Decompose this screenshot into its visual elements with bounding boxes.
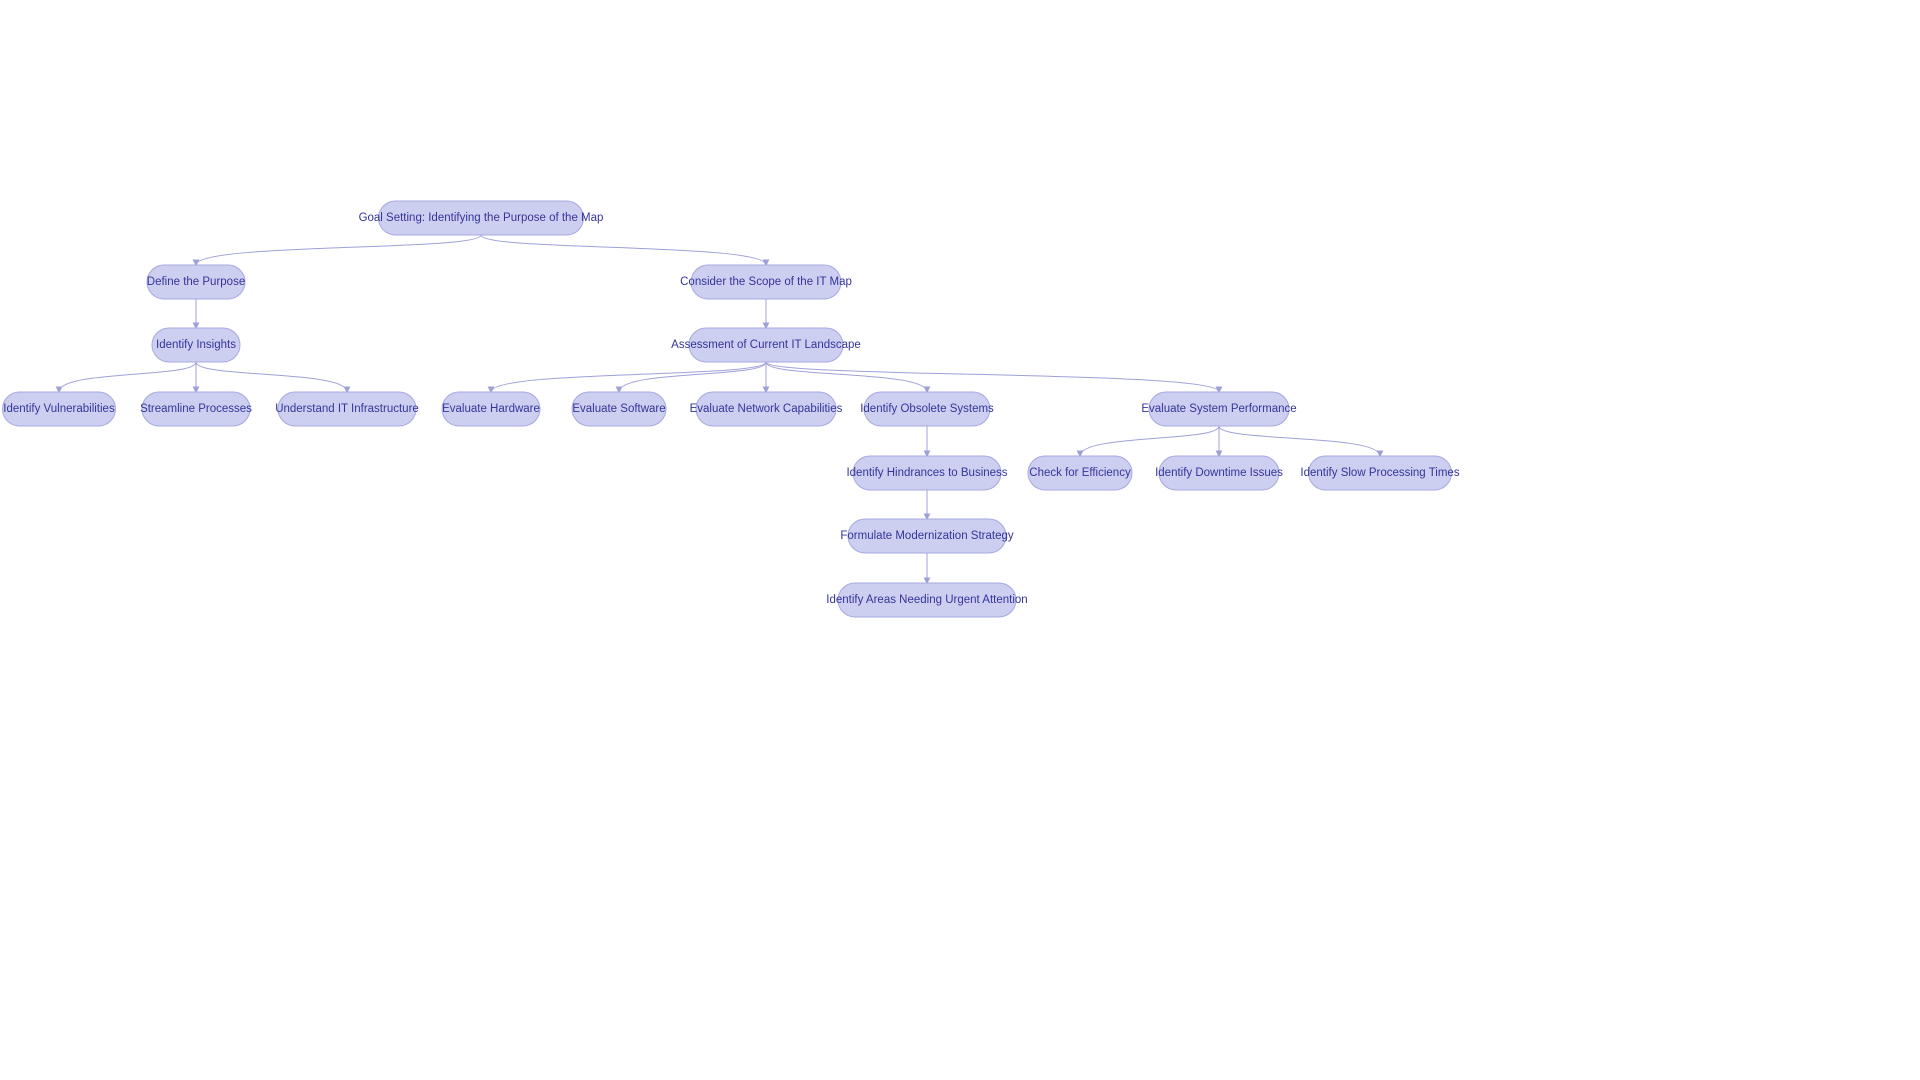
node-assess: Assessment of Current IT Landscape	[671, 328, 861, 362]
node-obs: Identify Obsolete Systems	[860, 392, 994, 426]
edge-perf-to-eff	[1080, 426, 1219, 456]
node-scope: Consider the Scope of the IT Map	[680, 265, 852, 299]
node-label: Identify Vulnerabilities	[3, 403, 115, 415]
node-vuln: Identify Vulnerabilities	[3, 392, 116, 426]
node-label: Identify Hindrances to Business	[846, 467, 1007, 479]
node-slow: Identify Slow Processing Times	[1300, 456, 1459, 490]
node-hind: Identify Hindrances to Business	[846, 456, 1007, 490]
node-stream: Streamline Processes	[140, 392, 252, 426]
node-label: Formulate Modernization Strategy	[840, 530, 1013, 542]
node-label: Identify Insights	[156, 339, 236, 351]
node-insights: Identify Insights	[152, 328, 240, 362]
node-hw: Evaluate Hardware	[442, 392, 540, 426]
node-label: Consider the Scope of the IT Map	[680, 276, 852, 288]
node-infra: Understand IT Infrastructure	[275, 392, 419, 426]
node-label: Assessment of Current IT Landscape	[671, 339, 861, 351]
node-root: Goal Setting: Identifying the Purpose of…	[359, 201, 604, 235]
node-net: Evaluate Network Capabilities	[690, 392, 843, 426]
node-label: Evaluate Hardware	[442, 403, 540, 415]
edge-perf-to-slow	[1219, 426, 1380, 456]
node-label: Check for Efficiency	[1029, 467, 1131, 479]
node-mod: Formulate Modernization Strategy	[840, 519, 1013, 553]
flowchart: Goal Setting: Identifying the Purpose of…	[0, 0, 1920, 1080]
node-label: Evaluate System Performance	[1141, 403, 1296, 415]
node-sw: Evaluate Software	[572, 392, 666, 426]
edge-assess-to-perf	[766, 362, 1219, 392]
node-perf: Evaluate System Performance	[1141, 392, 1296, 426]
node-down: Identify Downtime Issues	[1155, 456, 1283, 490]
edge-root-to-define	[196, 235, 481, 265]
edge-insights-to-infra	[196, 362, 347, 392]
node-label: Evaluate Network Capabilities	[690, 403, 843, 415]
node-label: Define the Purpose	[147, 276, 245, 288]
edge-root-to-scope	[481, 235, 766, 265]
node-label: Understand IT Infrastructure	[275, 403, 419, 415]
node-urgent: Identify Areas Needing Urgent Attention	[826, 583, 1027, 617]
edge-insights-to-vuln	[59, 362, 196, 392]
edge-assess-to-obs	[766, 362, 927, 392]
node-label: Identify Obsolete Systems	[860, 403, 994, 415]
node-label: Streamline Processes	[140, 403, 252, 415]
node-label: Identify Slow Processing Times	[1300, 467, 1459, 479]
node-label: Evaluate Software	[572, 403, 665, 415]
node-eff: Check for Efficiency	[1028, 456, 1132, 490]
edge-assess-to-sw	[619, 362, 766, 392]
node-define: Define the Purpose	[147, 265, 245, 299]
node-label: Identify Areas Needing Urgent Attention	[826, 594, 1027, 606]
node-label: Identify Downtime Issues	[1155, 467, 1283, 479]
edge-assess-to-hw	[491, 362, 766, 392]
node-label: Goal Setting: Identifying the Purpose of…	[359, 212, 604, 224]
